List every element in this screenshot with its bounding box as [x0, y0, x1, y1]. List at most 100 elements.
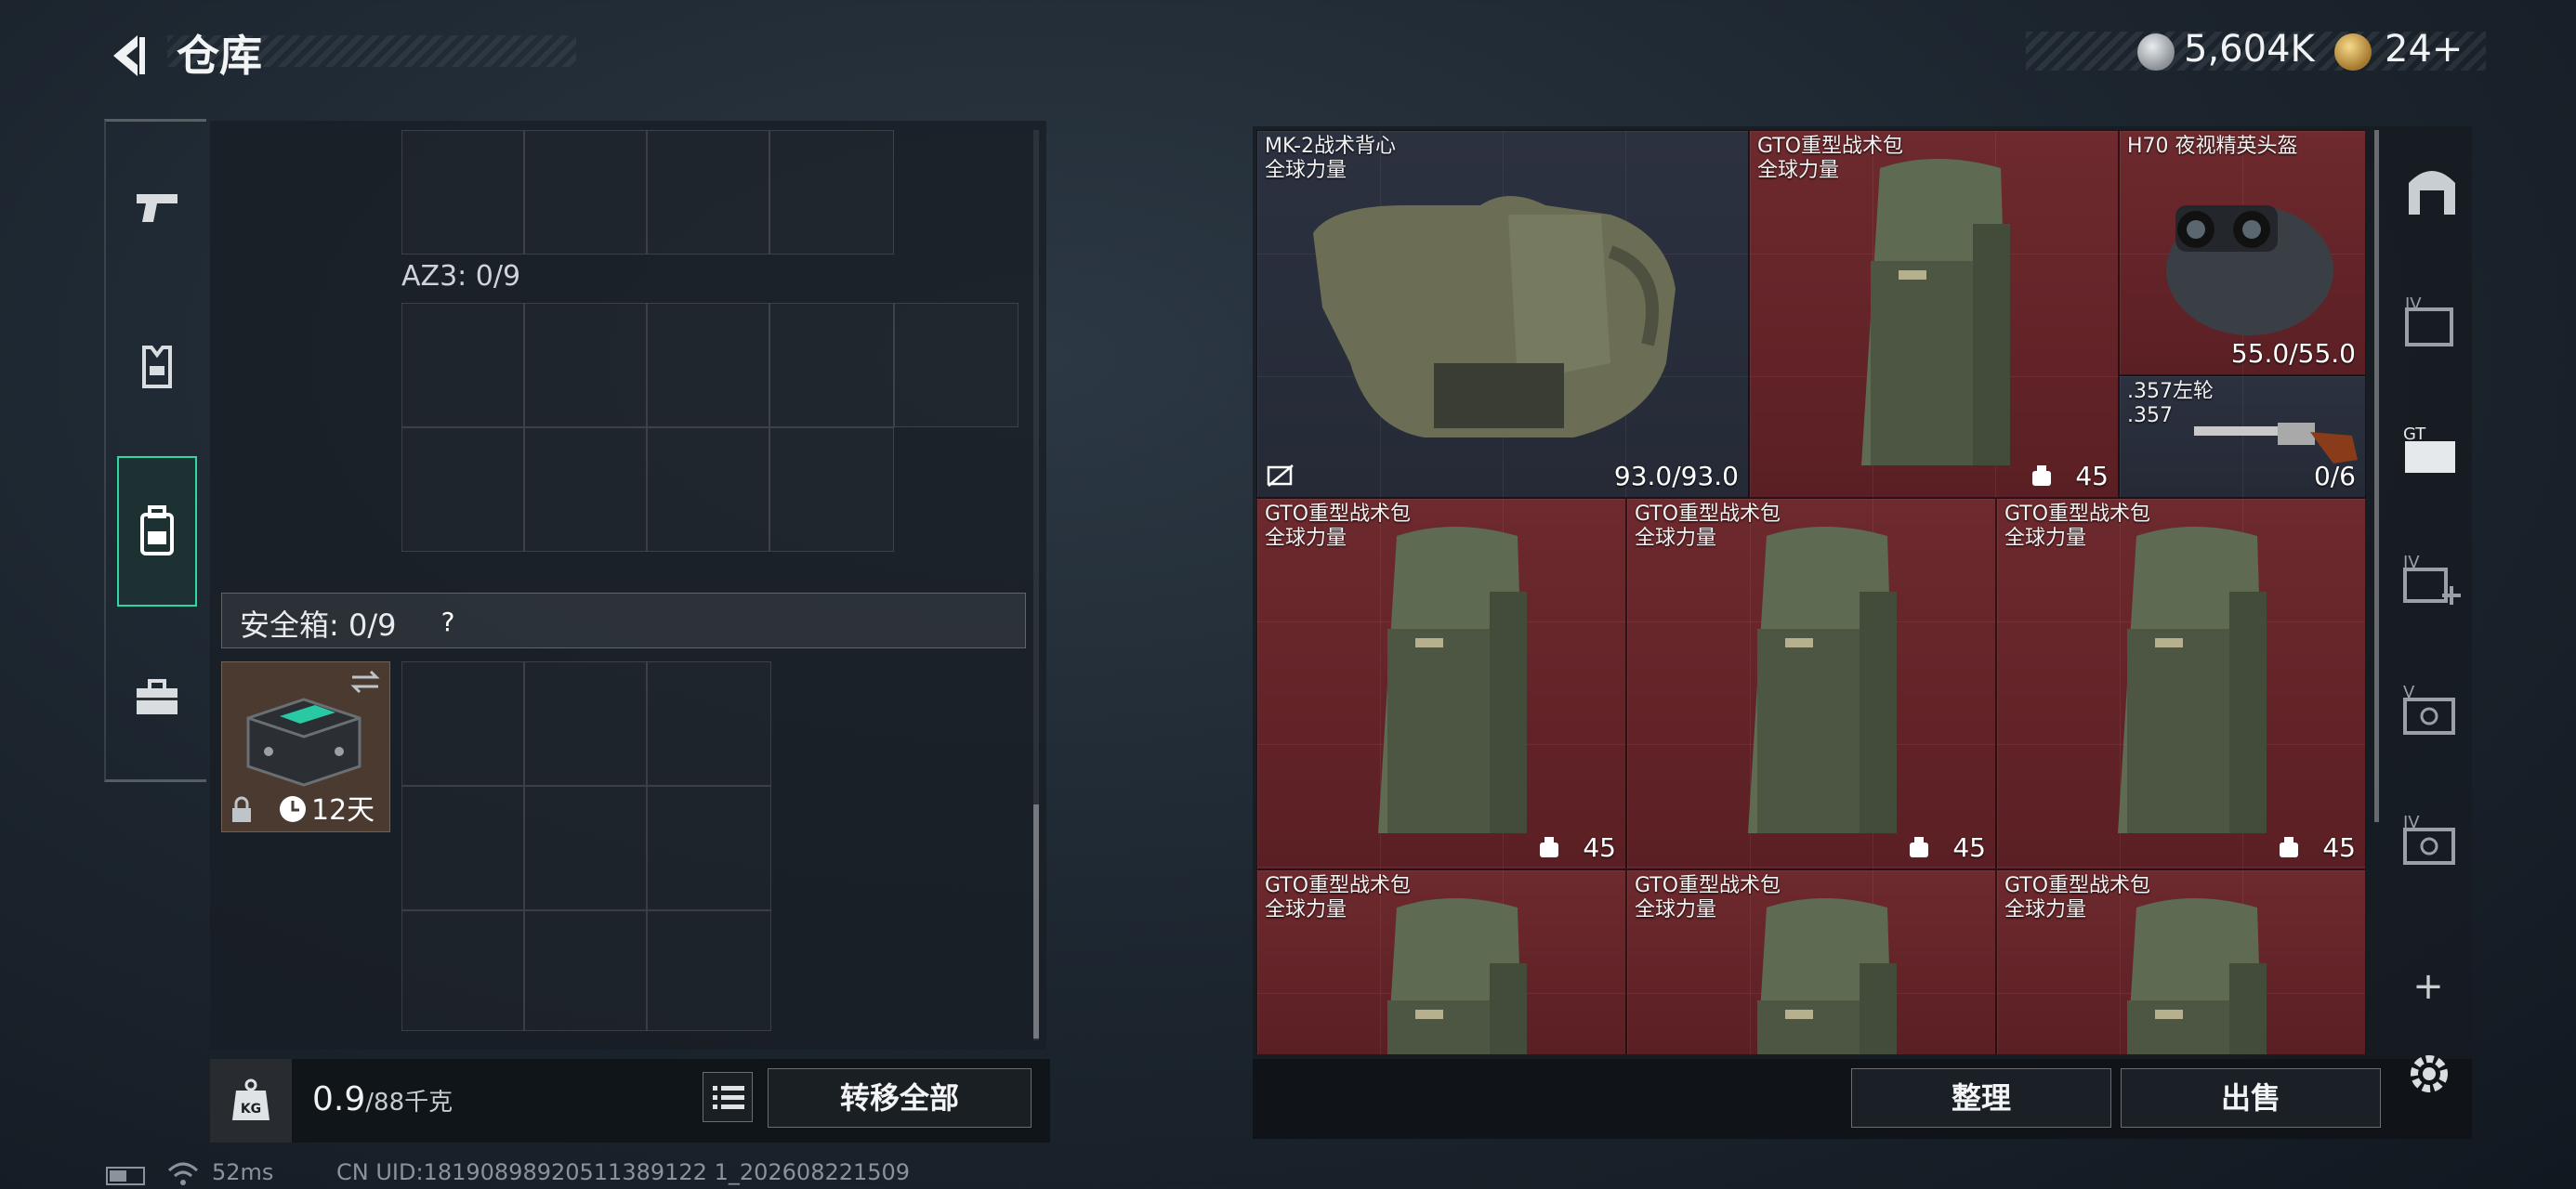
storage-tab-gt[interactable]: GT [2390, 409, 2474, 492]
inventory-item-backpack[interactable]: GTO重型战术包 全球力量 45 [1256, 498, 1626, 869]
storage-gt-icon: GT [2403, 425, 2455, 473]
back-icon[interactable] [102, 28, 158, 84]
grid-slot[interactable] [647, 427, 769, 552]
grid-slot[interactable] [647, 661, 771, 786]
item-durability: 93.0/93.0 [1613, 461, 1739, 491]
tactical-vest-icon [1313, 196, 1676, 438]
weight-max: /88千克 [365, 1089, 453, 1117]
grid-slot[interactable] [524, 130, 647, 255]
grid-slot[interactable] [401, 661, 524, 786]
nav-vest[interactable] [117, 320, 197, 413]
grid-slot[interactable] [769, 303, 894, 427]
az3-container-label: AZ3: 0/9 [401, 260, 521, 293]
safe-item-timer: 12天 [311, 794, 375, 827]
list-view-button[interactable] [703, 1072, 753, 1122]
storage-v-icon: V [2403, 683, 2455, 735]
capacity-icon [2032, 465, 2051, 486]
weight-current: 0.9 [312, 1080, 366, 1118]
svg-text:IV: IV [2405, 294, 2422, 314]
grid-slot[interactable] [524, 786, 647, 910]
grid-slot[interactable] [401, 786, 524, 910]
add-storage-button[interactable]: + [2405, 964, 2451, 1011]
grid-slot[interactable] [769, 130, 894, 255]
nav-toolbox[interactable] [117, 651, 197, 744]
grid-slot[interactable] [769, 427, 894, 552]
battery-icon [106, 1167, 145, 1185]
grid-slot[interactable] [647, 910, 771, 1031]
inventory-item-backpack[interactable]: GTO重型战术包 全球力量 45 [1749, 130, 2119, 498]
grid-slot[interactable] [401, 910, 524, 1031]
inventory-item-backpack[interactable]: GTO重型战术包 全球力量 45 [1996, 498, 2366, 869]
svg-text:V: V [2403, 683, 2415, 702]
safe-box-item[interactable]: 12天 [221, 661, 390, 832]
gear-icon[interactable] [2403, 1048, 2455, 1100]
grid-slot[interactable] [524, 303, 647, 427]
grid-slot[interactable] [647, 130, 769, 255]
vest-icon [142, 346, 172, 388]
svg-text:KG: KG [241, 1102, 261, 1117]
item-name: GTO重型战术包 全球力量 [2004, 503, 2151, 550]
grid-slot[interactable] [401, 303, 524, 427]
clock-icon [280, 796, 306, 822]
help-icon[interactable]: ? [429, 604, 467, 641]
item-capacity: 45 [1952, 832, 1986, 863]
storage-iv-icon: IV [2405, 294, 2453, 346]
transfer-all-button[interactable]: 转移全部 [768, 1068, 1032, 1128]
inventory-item-revolver[interactable]: .357左轮 .357 0/6 [2119, 375, 2366, 498]
weight-icon-box: KG [210, 1059, 292, 1143]
grid-slot[interactable] [401, 427, 524, 552]
storage-tab-iv[interactable]: IV [2390, 279, 2474, 362]
storage-tab-iv-add[interactable]: IV [2390, 539, 2474, 622]
backpack-item-icon [1378, 527, 1527, 833]
grid-slot[interactable] [524, 427, 647, 552]
item-capacity: 45 [1583, 832, 1616, 863]
inventory-item-backpack[interactable]: GTO重型战术包 全球力量 45 [1626, 498, 1996, 869]
backpack-icon [140, 505, 174, 555]
wifi-icon [167, 1161, 199, 1189]
weight-kg-icon: KG [232, 1078, 269, 1120]
nav-pistol[interactable] [117, 161, 197, 254]
item-name: GTO重型战术包 全球力量 [2004, 874, 2151, 921]
sort-button[interactable]: 整理 [1851, 1068, 2111, 1128]
left-category-nav [104, 119, 206, 782]
ping-readout: 52ms [212, 1159, 274, 1185]
capacity-icon [1910, 837, 1928, 857]
swap-icon[interactable] [348, 668, 382, 696]
item-name: MK-2战术背心 全球力量 [1265, 135, 1397, 182]
nav-backpack[interactable] [117, 456, 197, 607]
storage-tab-v[interactable]: V [2390, 669, 2474, 752]
backpack-item-icon [2118, 527, 2267, 833]
grid-slot[interactable] [647, 786, 771, 910]
sell-button[interactable]: 出售 [2121, 1068, 2381, 1128]
right-scrollbar-thumb[interactable] [2374, 130, 2379, 822]
inventory-item-helmet[interactable]: H70 夜视精英头盔 55.0/55.0 [2119, 130, 2366, 375]
gold-currency-value[interactable]: 24+ [2385, 28, 2463, 71]
left-scrollbar-thumb[interactable] [1033, 804, 1039, 1039]
item-name: GTO重型战术包 全球力量 [1757, 135, 1904, 182]
svg-text:IV: IV [2403, 813, 2420, 832]
safe-box-label: 安全箱: 0/9 [240, 608, 397, 643]
inventory-item-backpack[interactable]: GTO重型战术包 全球力量 [1626, 869, 1996, 1055]
weight-readout: 0.9/88千克 [312, 1080, 453, 1118]
storage-iv-add-icon: IV [2403, 553, 2461, 605]
night-vision-helmet-icon [2166, 205, 2333, 335]
grid-slot[interactable] [401, 130, 524, 255]
item-name: GTO重型战术包 全球力量 [1635, 874, 1781, 921]
inventory-item-backpack[interactable]: GTO重型战术包 全球力量 [1996, 869, 2366, 1055]
grid-slot[interactable] [524, 661, 647, 786]
grid-slot[interactable] [647, 303, 769, 427]
grid-slot[interactable] [894, 303, 1019, 427]
lock-icon [232, 796, 251, 822]
grid-slot[interactable] [524, 910, 647, 1031]
storage-tab-home[interactable] [2390, 149, 2474, 232]
storage-tab-iv-b[interactable]: IV [2390, 799, 2474, 882]
item-name: GTO重型战术包 全球力量 [1635, 503, 1781, 550]
right-storage-nav: IV GT IV V IV [2390, 139, 2474, 892]
home-storage-icon [2409, 171, 2455, 215]
inventory-item-backpack[interactable]: GTO重型战术包 全球力量 [1256, 869, 1626, 1055]
no-repair-icon [1267, 464, 1294, 487]
inventory-item-vest[interactable]: MK-2战术背心 全球力量 93.0/93.0 [1256, 130, 1749, 498]
page-title: 仓库 [177, 31, 262, 81]
safe-case-icon [246, 698, 361, 787]
item-ammo: 0/6 [2313, 461, 2356, 491]
